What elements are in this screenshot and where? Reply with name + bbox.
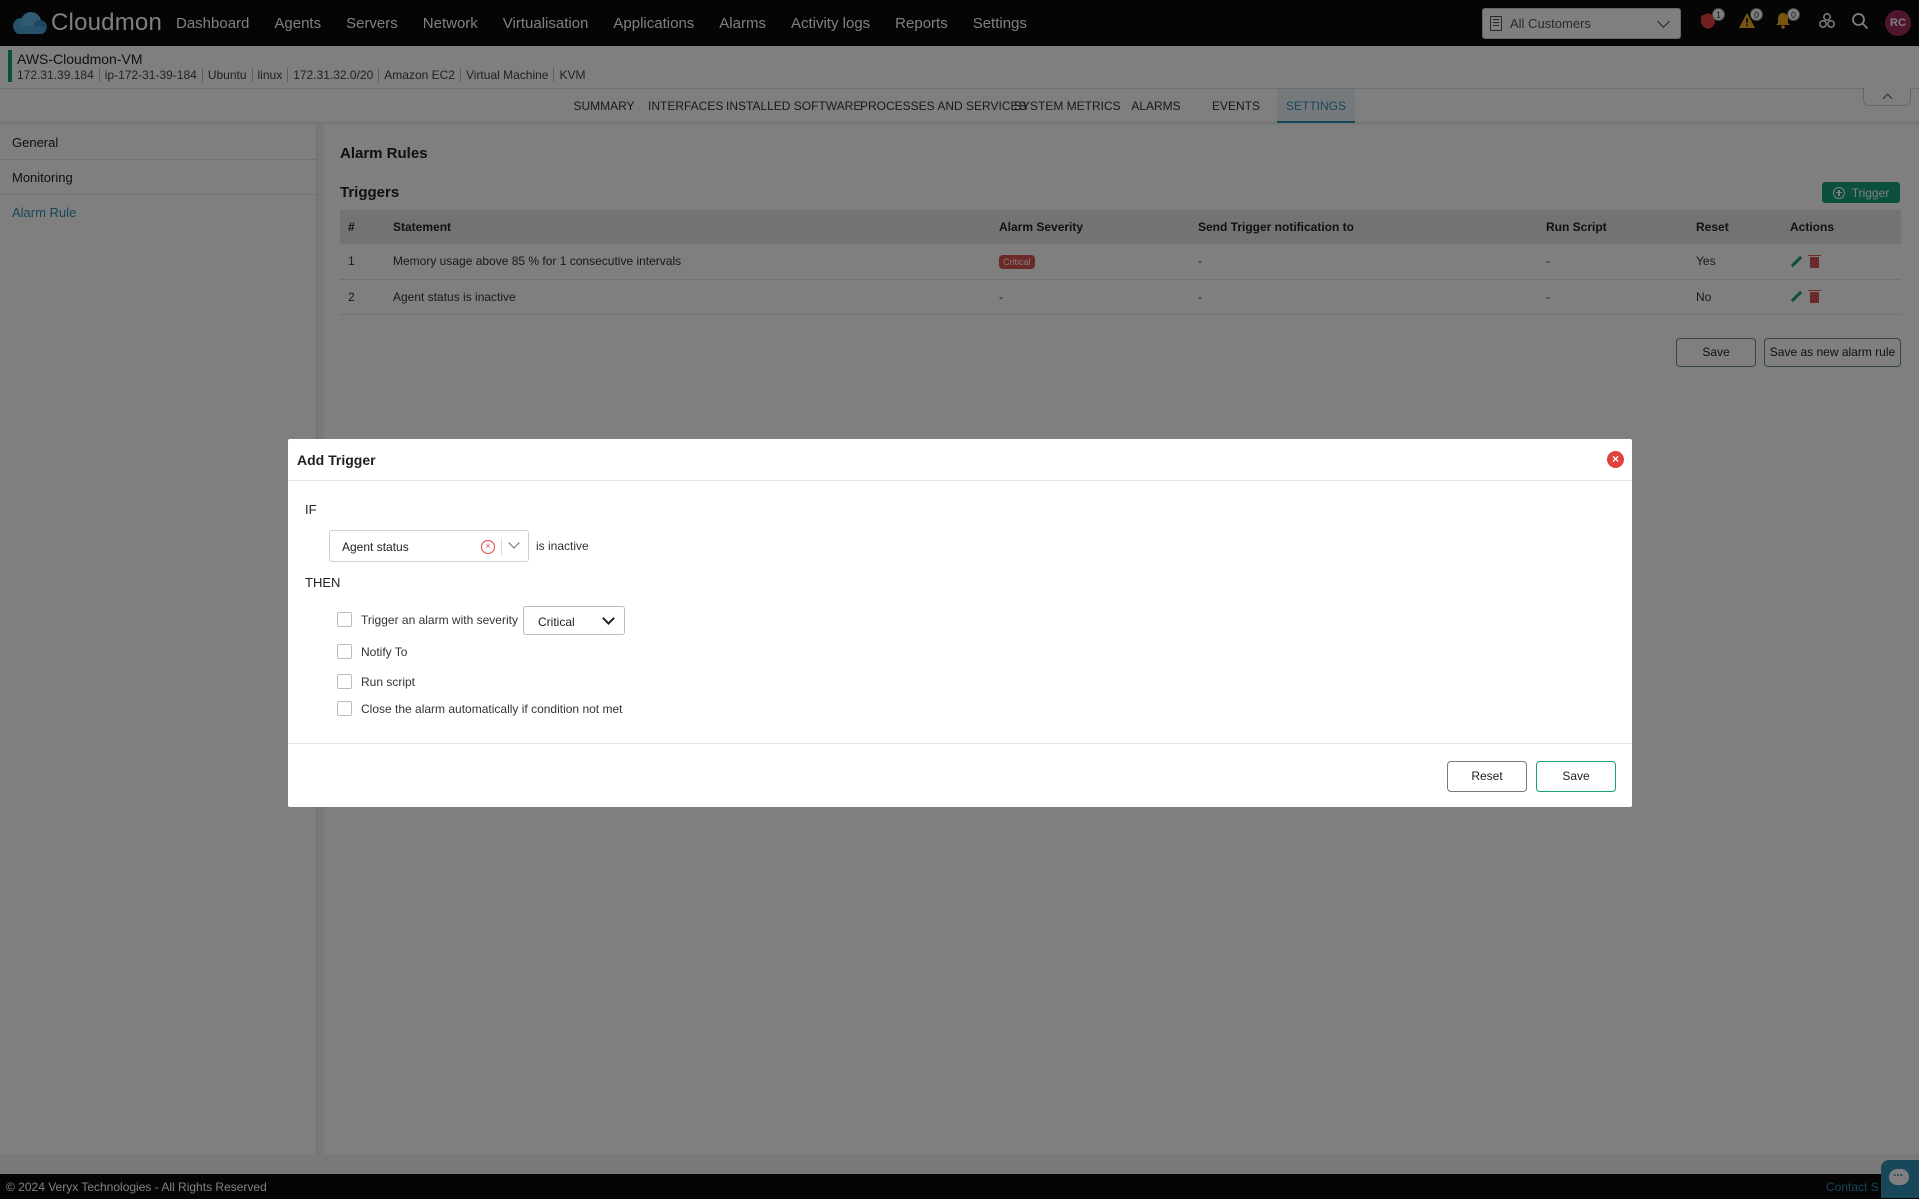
severity-select-value: Critical [538, 615, 575, 629]
metric-select[interactable]: Agent status × [329, 530, 529, 562]
run-script-label: Run script [361, 674, 416, 689]
severity-select[interactable]: Critical [523, 606, 625, 635]
notify-option: Notify To [337, 644, 407, 659]
condition-text: is inactive [536, 539, 589, 553]
if-label: IF [305, 502, 317, 517]
add-trigger-modal: Add Trigger × IF Agent status × is inact… [288, 439, 1632, 807]
run-script-option: Run script [337, 674, 415, 689]
auto-close-label: Close the alarm automatically if conditi… [361, 701, 623, 716]
clear-icon[interactable]: × [481, 540, 495, 554]
trigger-alarm-label: Trigger an alarm with severity [361, 612, 518, 627]
trigger-alarm-checkbox[interactable] [337, 612, 352, 627]
trigger-alarm-option: Trigger an alarm with severity [337, 612, 518, 627]
metric-select-value: Agent status [342, 540, 409, 554]
then-label: THEN [305, 575, 341, 590]
reset-button[interactable]: Reset [1447, 761, 1527, 792]
modal-footer-divider [288, 743, 1632, 744]
auto-close-option: Close the alarm automatically if conditi… [337, 701, 622, 716]
run-script-checkbox[interactable] [337, 674, 352, 689]
notify-label: Notify To [361, 644, 408, 659]
notify-checkbox[interactable] [337, 644, 352, 659]
auto-close-checkbox[interactable] [337, 701, 352, 716]
chevron-down-icon [602, 612, 615, 625]
select-divider [501, 538, 502, 556]
modal-title: Add Trigger [297, 452, 376, 468]
modal-save-button[interactable]: Save [1536, 761, 1616, 792]
close-icon[interactable]: × [1607, 451, 1624, 468]
modal-header: Add Trigger × [288, 439, 1632, 481]
chevron-down-icon [508, 537, 520, 549]
